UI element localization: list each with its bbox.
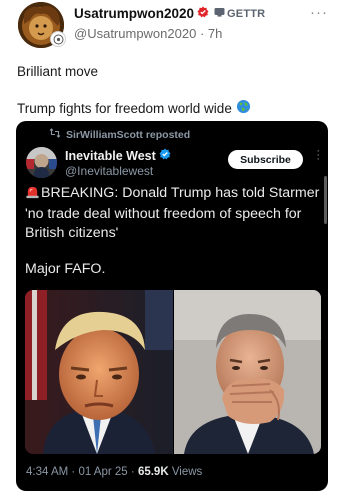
meta-dot: · bbox=[71, 466, 76, 478]
embedded-account-avatar[interactable] bbox=[26, 147, 57, 178]
media-image-left[interactable] bbox=[25, 290, 173, 454]
embedded-post-card[interactable]: SirWilliamScott reposted Inevitable West… bbox=[16, 121, 328, 491]
repost-text[interactable]: SirWilliamScott reposted bbox=[66, 129, 190, 141]
embedded-post-body-text: BREAKING: Donald Trump has told Starmer … bbox=[25, 185, 320, 241]
embedded-post-body-line-2: Major FAFO. bbox=[25, 261, 106, 277]
views-label: Views bbox=[171, 466, 203, 478]
avatar-status-badge-icon bbox=[50, 31, 66, 47]
gettr-logo-icon bbox=[214, 7, 225, 20]
gettr-label: GETTR bbox=[227, 7, 266, 20]
embedded-account-name-row[interactable]: Inevitable West bbox=[65, 148, 171, 163]
embedded-account-handle[interactable]: @Inevitablewest bbox=[65, 164, 153, 178]
post-username[interactable]: Usatrumpwon2020 bbox=[74, 6, 194, 21]
gettr-platform-badge: GETTR bbox=[214, 7, 265, 20]
repost-icon bbox=[49, 128, 61, 141]
meta-dot: · bbox=[130, 466, 135, 478]
post-handle-time: @Usatrumpwon2020 · 7h bbox=[74, 26, 222, 41]
post-handle[interactable]: @Usatrumpwon2020 bbox=[74, 26, 196, 41]
police-siren-emoji-icon bbox=[25, 184, 40, 205]
subscribe-button[interactable]: Subscribe bbox=[228, 150, 303, 169]
embedded-post-meta: 4:34 AM · 01 Apr 25 · 65.9K Views bbox=[26, 466, 202, 478]
media-image-right[interactable] bbox=[173, 290, 321, 454]
embedded-account-name[interactable]: Inevitable West bbox=[65, 149, 156, 163]
vertical-more-icon[interactable]: · · · bbox=[316, 146, 320, 165]
post-text-line-2-label: Trump fights for freedom world wide bbox=[17, 100, 232, 116]
embedded-post-date: 01 Apr 25 bbox=[78, 466, 128, 478]
more-dots-icon[interactable]: ··· bbox=[310, 4, 328, 21]
embedded-media-grid[interactable] bbox=[25, 290, 321, 454]
verified-badge-icon bbox=[197, 6, 209, 21]
post-text-line-1: Brilliant move bbox=[17, 64, 99, 79]
repost-line: SirWilliamScott reposted bbox=[49, 128, 190, 141]
embedded-post-body: BREAKING: Donald Trump has told Starmer … bbox=[25, 184, 321, 243]
post-separator: · bbox=[199, 26, 205, 41]
card-scrollbar[interactable] bbox=[324, 176, 327, 224]
globe-emoji-icon bbox=[236, 99, 251, 117]
views-count: 65.9K bbox=[137, 466, 169, 478]
post-text-line-2: Trump fights for freedom world wide bbox=[17, 99, 251, 117]
post-time: 7h bbox=[207, 26, 223, 41]
post-username-row[interactable]: Usatrumpwon2020 GETTR bbox=[74, 6, 265, 21]
embedded-post-time: 4:34 AM bbox=[26, 466, 69, 478]
verified-badge-icon bbox=[159, 148, 171, 163]
